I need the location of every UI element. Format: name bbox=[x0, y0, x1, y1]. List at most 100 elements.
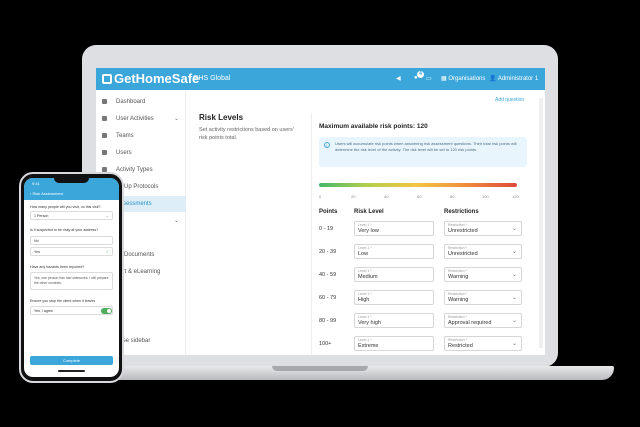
restriction-select[interactable]: Restriction * Warning ⌄ bbox=[444, 290, 522, 305]
laptop-notch bbox=[272, 366, 368, 371]
field-value: Low bbox=[358, 251, 369, 257]
chevron-down-icon: ⌄ bbox=[511, 226, 517, 232]
messages-icon[interactable]: ▭ bbox=[426, 75, 432, 82]
section-intro: Risk Levels Set activity restrictions ba… bbox=[199, 113, 299, 142]
risk-level-input[interactable]: Level 1 * Very low bbox=[354, 221, 434, 236]
restriction-select[interactable]: Restriction * Unrestricted ⌄ bbox=[444, 244, 522, 259]
field-label: Restriction * bbox=[448, 269, 467, 273]
speaker-icon[interactable]: ◀ bbox=[396, 75, 401, 82]
complete-button[interactable]: Complete bbox=[30, 356, 113, 365]
org-name: GHS Global bbox=[193, 75, 231, 82]
risk-levels-card: Maximum available risk points: 120 i Use… bbox=[311, 113, 533, 355]
brand-logo[interactable]: GetHomeSafe bbox=[102, 71, 199, 86]
field-value: Restricted bbox=[448, 343, 473, 349]
phone-time: 9:41 bbox=[32, 181, 40, 186]
risk-gradient-bar bbox=[319, 183, 517, 187]
stage: GetHomeSafe GHS Global ◀ ● 4 ▭ ▦ Organis… bbox=[0, 0, 640, 427]
field-value: High bbox=[358, 297, 370, 303]
risk-level-input[interactable]: Level 1 * Medium bbox=[354, 267, 434, 282]
field-value: Warning bbox=[448, 274, 469, 280]
restrictions-header: Restrictions bbox=[444, 209, 479, 215]
scale-label: 100 bbox=[482, 194, 489, 199]
restriction-select[interactable]: Restriction * Unrestricted ⌄ bbox=[444, 221, 522, 236]
field-label: Level 1 * bbox=[358, 269, 372, 273]
user-menu[interactable]: 👤 Administrator 1 bbox=[489, 75, 538, 82]
risk-level-input[interactable]: Level 1 * Low bbox=[354, 244, 434, 259]
points-range: 60 - 79 bbox=[319, 295, 337, 301]
organisations-label: Organisations bbox=[448, 76, 486, 82]
field-label: Level 1 * bbox=[358, 246, 372, 250]
sidebar-item-teams[interactable]: Teams bbox=[96, 128, 186, 144]
points-range: 0 - 19 bbox=[319, 226, 334, 232]
sidebar-item-label: Dashboard bbox=[116, 99, 146, 105]
field-label: Restriction * bbox=[448, 338, 467, 342]
answer-option[interactable]: No bbox=[30, 236, 113, 245]
organisations-link[interactable]: ▦ Organisations bbox=[441, 75, 485, 82]
scale-label: 60 bbox=[417, 194, 422, 199]
answer-textarea[interactable]: Yes, one person has had sideworks. I wil… bbox=[30, 272, 113, 290]
risk-level-header: Risk Level bbox=[354, 209, 384, 215]
field-value: Approval required bbox=[448, 320, 492, 326]
risk-level-input[interactable]: Level 1 * High bbox=[354, 290, 434, 305]
field-label: Restriction * bbox=[448, 223, 467, 227]
question-label: Is it suspected to be risky at your addr… bbox=[30, 228, 99, 232]
section-description: Set activity restrictions based on users… bbox=[199, 127, 294, 141]
sidebar-item-dashboard[interactable]: Dashboard bbox=[96, 94, 186, 110]
sidebar-item-label: User Activities bbox=[116, 116, 154, 122]
sidebar-item-users[interactable]: Users bbox=[96, 145, 186, 161]
points-range: 40 - 59 bbox=[319, 272, 337, 278]
answer-option[interactable]: Yes ✓ bbox=[30, 247, 113, 256]
risk-level-input[interactable]: Level 1 * Very high bbox=[354, 313, 434, 328]
field-value: Very low bbox=[358, 228, 379, 234]
home-indicator bbox=[58, 370, 85, 372]
field-value: Medium bbox=[358, 274, 378, 280]
sidebar-item-label: Teams bbox=[116, 133, 134, 139]
question-label: How many people will you visit, on this … bbox=[30, 205, 101, 209]
chevron-down-icon: ⌄ bbox=[511, 295, 517, 301]
back-button[interactable]: ‹ Risk Assessment bbox=[30, 191, 63, 196]
chevron-down-icon: ⌄ bbox=[511, 249, 517, 255]
field-value: Unrestricted bbox=[448, 228, 478, 234]
scale-label: 20 bbox=[351, 194, 356, 199]
phone-notch bbox=[54, 178, 89, 183]
field-label: Level 1 * bbox=[358, 315, 372, 319]
max-points-label: Maximum available risk points: 120 bbox=[319, 123, 428, 130]
info-box: i Users will accumulate risk points when… bbox=[319, 137, 527, 167]
restriction-select[interactable]: Restriction * Restricted ⌄ bbox=[444, 336, 522, 351]
field-label: Level 1 * bbox=[358, 292, 372, 296]
field-label: Restriction * bbox=[448, 246, 467, 250]
answer-value: No bbox=[34, 239, 39, 243]
scale-label: 0 bbox=[319, 194, 322, 199]
answer-value: Yes bbox=[34, 250, 40, 254]
sidebar-item-label: Users bbox=[116, 150, 132, 156]
laptop-screen: GetHomeSafe GHS Global ◀ ● 4 ▭ ▦ Organis… bbox=[96, 68, 545, 355]
user-name: Administrator 1 bbox=[497, 76, 539, 82]
sidebar-item-user-activities[interactable]: User Activities ⌄ bbox=[96, 111, 186, 127]
sidebar-item-label: Activity Types bbox=[116, 167, 153, 173]
field-label: Restriction * bbox=[448, 292, 467, 296]
info-text: Users will accumulate risk points when a… bbox=[335, 141, 517, 152]
phone-header: 9:41 ‹ Risk Assessment bbox=[24, 178, 119, 200]
restriction-select[interactable]: Restriction * Approval required ⌄ bbox=[444, 313, 522, 328]
field-value: Warning bbox=[448, 297, 469, 303]
answer-select[interactable]: 1 Person ⌄ bbox=[30, 211, 113, 220]
scale-label: 40 bbox=[384, 194, 389, 199]
points-header: Points bbox=[319, 209, 338, 215]
field-value: Extreme bbox=[358, 343, 379, 349]
points-range: 100+ bbox=[319, 341, 332, 347]
restriction-select[interactable]: Restriction * Warning ⌄ bbox=[444, 267, 522, 282]
add-question-link[interactable]: Add question bbox=[495, 97, 524, 103]
phone-screen: 9:41 ‹ Risk Assessment How many people w… bbox=[24, 178, 119, 377]
notification-badge: 4 bbox=[417, 71, 424, 78]
chevron-down-icon: ⌄ bbox=[174, 218, 180, 224]
field-value: Unrestricted bbox=[448, 251, 478, 257]
brand-name: GetHomeSafe bbox=[114, 71, 200, 86]
agree-toggle[interactable] bbox=[101, 308, 112, 314]
points-range: 20 - 39 bbox=[319, 249, 337, 255]
field-label: Level 1 * bbox=[358, 338, 372, 342]
scrollbar[interactable] bbox=[539, 98, 543, 348]
chevron-down-icon: ⌄ bbox=[105, 213, 109, 218]
field-label: Restriction * bbox=[448, 315, 467, 319]
risk-level-input[interactable]: Level 1 * Extreme bbox=[354, 336, 434, 351]
question-label: Ensure you stop the client when it leave… bbox=[30, 299, 96, 303]
